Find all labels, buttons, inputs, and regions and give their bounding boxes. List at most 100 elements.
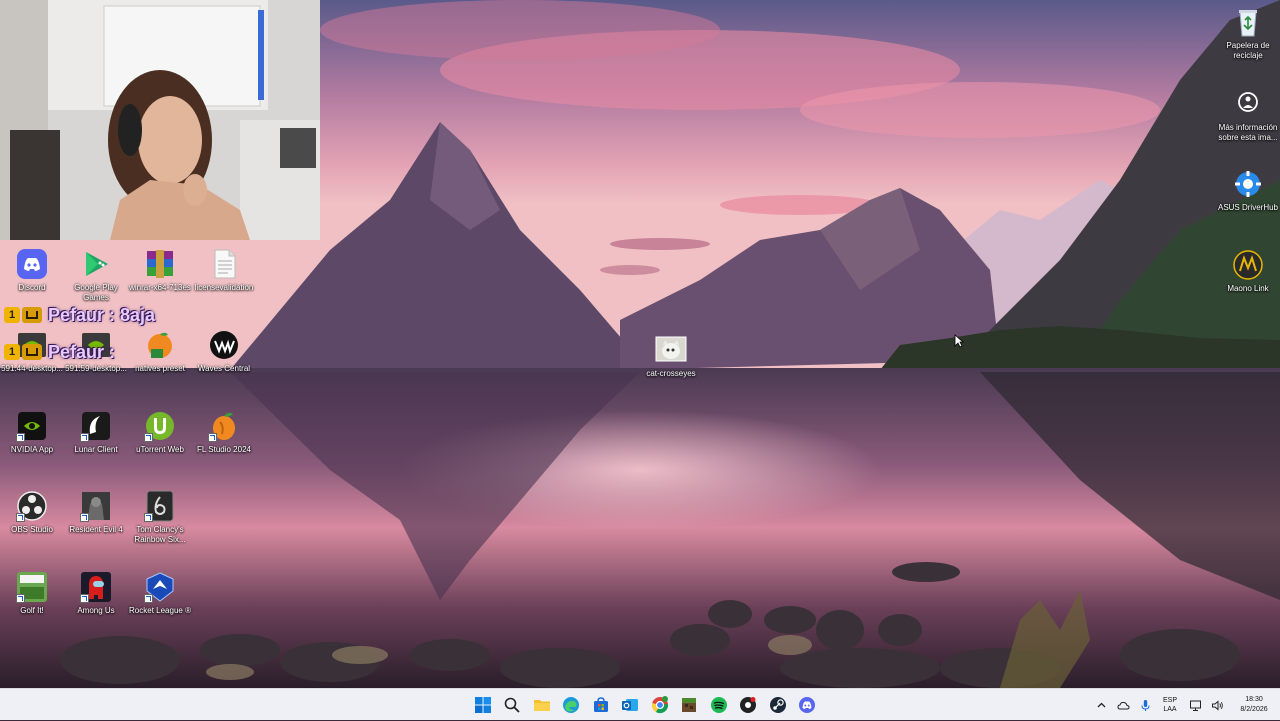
windows-logo-icon [474,697,491,713]
chat-badge-number: 1 [4,307,20,323]
desktop-icon-discord[interactable]: Discord [0,248,64,293]
shortcut-arrow-icon [80,433,89,442]
icon-label: Más información sobre esta ima... [1218,123,1278,142]
utorrent-icon [144,410,176,442]
obs-studio-icon [16,490,48,522]
taskbar-clock[interactable]: 18:30 8/2/2026 [1228,695,1280,715]
minecraft-icon [682,698,697,712]
taskbar-steam[interactable] [763,689,793,721]
desktop-icon-resident-evil-4[interactable]: Resident Evil 4 [64,490,128,535]
tray-onedrive[interactable] [1112,689,1134,721]
icon-label: Golf It! [20,606,44,615]
start-button[interactable] [468,689,498,721]
tray-network[interactable] [1184,689,1206,721]
taskbar-apps [468,689,822,721]
desktop-icon-fl-studio[interactable]: FL Studio 2024 [192,410,256,455]
tray-microphone[interactable] [1134,689,1156,721]
webcam-overlay [0,0,320,240]
chat-message: 1 Pefaur : [4,341,115,363]
icon-label: Lunar Client [74,445,118,454]
golf-it-icon [16,571,48,603]
network-icon [1189,700,1201,711]
desktop-icon-natives-preset[interactable]: natives preset [128,329,192,374]
search-icon [504,697,520,713]
shortcut-arrow-icon [16,513,25,522]
music-app-icon [740,697,757,713]
taskbar-spotify[interactable] [704,689,734,721]
desktop-icon-winrar[interactable]: winrar-x64-713es [128,248,192,293]
microphone-icon [1141,699,1149,711]
desktop-icon-asus-driverhub[interactable]: ASUS DriverHub [1216,168,1280,213]
recycle-bin-icon [1232,6,1264,38]
shortcut-arrow-icon [16,433,25,442]
clock-date: 8/2/2026 [1240,706,1268,713]
desktop-icon-recycle-bin[interactable]: Papelera de reciclaje [1216,6,1280,61]
desktop-icon-info[interactable]: Más información sobre esta ima... [1216,88,1280,143]
mouse-cursor-icon [954,334,964,348]
desktop-icon-waves-central[interactable]: Waves Central [192,329,256,374]
shortcut-arrow-icon [144,513,153,522]
folder-icon [533,700,550,711]
desktop-icon-among-us[interactable]: Among Us [64,571,128,616]
desktop-icon-obs-studio[interactable]: OBS Studio [0,490,64,535]
taskbar: ESP LAA 18:30 8/2/2026 [0,688,1280,720]
icon-label: Rocket League ® [129,606,191,615]
desktop-icon-golf-it[interactable]: Golf It! [0,571,64,616]
taskbar-music-app[interactable] [734,689,764,721]
desktop-icon-licensevalidation[interactable]: licensevalidation [192,248,256,293]
document-icon [208,248,240,280]
desktop-icon-cat-crosseyes[interactable]: cat-crosseyes [639,334,703,379]
taskbar-chrome[interactable] [645,689,675,721]
taskbar-discord[interactable] [793,689,823,721]
system-tray: ESP LAA 18:30 8/2/2026 [1090,689,1280,721]
cloud-icon [1116,701,1130,709]
icon-label: uTorrent Web [136,445,184,454]
chat-message: 1 Pefaur : 8aja [4,304,155,326]
language-indicator[interactable]: ESP LAA [1156,696,1184,714]
among-us-icon [80,571,112,603]
desktop-icon-maono-link[interactable]: Maono Link [1216,249,1280,294]
language-code: ESP [1162,697,1177,704]
shortcut-arrow-icon [80,594,89,603]
chat-text: Pefaur : 8aja [48,304,156,325]
taskbar-store[interactable] [586,689,616,721]
spotify-icon [710,697,727,713]
chrome-icon [651,696,668,714]
shortcut-arrow-icon [144,433,153,442]
chat-badge-number: 1 [4,344,20,360]
desktop-icon-nvidia-app[interactable]: NVIDIA App [0,410,64,455]
icon-label: licensevalidation [194,283,254,292]
icon-label: cat-crosseyes [646,369,696,378]
chevron-up-icon [1097,702,1105,707]
icon-label: NVIDIA App [10,445,54,454]
shortcut-arrow-icon [208,433,217,442]
discord-icon [799,697,816,713]
rocket-league-icon [144,571,176,603]
speaker-icon [1211,699,1223,711]
chat-text: Pefaur : [48,341,116,362]
desktop-icon-google-play-games[interactable]: Google Play Games [64,248,128,303]
icon-label: Maono Link [1227,284,1269,293]
icon-label: Google Play Games [74,283,118,302]
winrar-icon [144,248,176,280]
tray-volume[interactable] [1206,689,1228,721]
desktop-icon-rainbow-six[interactable]: Tom Clancy's Rainbow Six... [128,490,192,545]
steam-icon [769,697,786,713]
desktop-icon-utorrent[interactable]: uTorrent Web [128,410,192,455]
icon-label: Discord [18,283,46,292]
desktop-icon-lunar-client[interactable]: Lunar Client [64,410,128,455]
outlook-icon [622,699,639,711]
taskbar-file-explorer[interactable] [527,689,557,721]
shortcut-arrow-icon [80,513,89,522]
icon-label: ASUS DriverHub [1217,203,1278,212]
taskbar-outlook[interactable] [616,689,646,721]
show-hidden-icons-button[interactable] [1090,689,1112,721]
taskbar-minecraft[interactable] [675,689,705,721]
edge-icon [563,697,580,713]
clock-time: 18:30 [1245,696,1263,703]
taskbar-edge[interactable] [557,689,587,721]
desktop-icon-rocket-league[interactable]: Rocket League ® [128,571,192,616]
icon-label: Waves Central [197,364,251,373]
search-button[interactable] [498,689,528,721]
nvidia-app-icon [16,410,48,442]
